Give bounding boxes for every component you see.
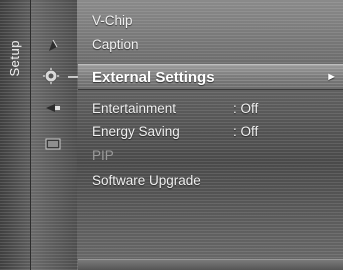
menu-item-label: Caption: [92, 36, 139, 52]
menu-item-v-chip[interactable]: V-Chip: [78, 10, 343, 30]
menu-item-value: : Off: [233, 123, 259, 139]
menu-item-label: External Settings: [92, 68, 215, 86]
menu-item-label: Entertainment: [92, 100, 177, 116]
tv-setup-menu: Setup V-Chip Caption External Settings ►…: [0, 0, 343, 270]
input-icon[interactable]: [43, 100, 63, 116]
menu-list: V-Chip Caption External Settings ► Enter…: [78, 0, 343, 270]
submenu-arrow-icon: ►: [326, 71, 337, 83]
menu-item-label: Energy Saving: [92, 123, 180, 139]
menu-item-pip: PIP: [78, 145, 343, 165]
menu-item-label: PIP: [92, 147, 114, 163]
application-icon[interactable]: [43, 136, 63, 152]
menu-item-entertainment[interactable]: Entertainment : Off: [78, 98, 343, 118]
picture-icon[interactable]: [43, 37, 63, 53]
setup-tab-label: Setup: [7, 40, 22, 77]
menu-item-software-upgrade[interactable]: Software Upgrade: [78, 170, 343, 190]
category-icon-column: [31, 0, 77, 270]
setup-gear-icon[interactable]: [41, 67, 61, 85]
menu-item-label: V-Chip: [92, 12, 133, 28]
menu-item-label: Software Upgrade: [92, 172, 201, 188]
menu-item-energy-saving[interactable]: Energy Saving : Off: [78, 121, 343, 141]
menu-item-value: : Off: [233, 100, 259, 116]
menu-item-external-settings[interactable]: External Settings ►: [78, 64, 343, 90]
selection-connector: [68, 76, 78, 78]
menu-bottom-bar: [78, 259, 343, 270]
menu-item-caption[interactable]: Caption: [78, 34, 343, 54]
setup-tab[interactable]: Setup: [0, 0, 31, 270]
